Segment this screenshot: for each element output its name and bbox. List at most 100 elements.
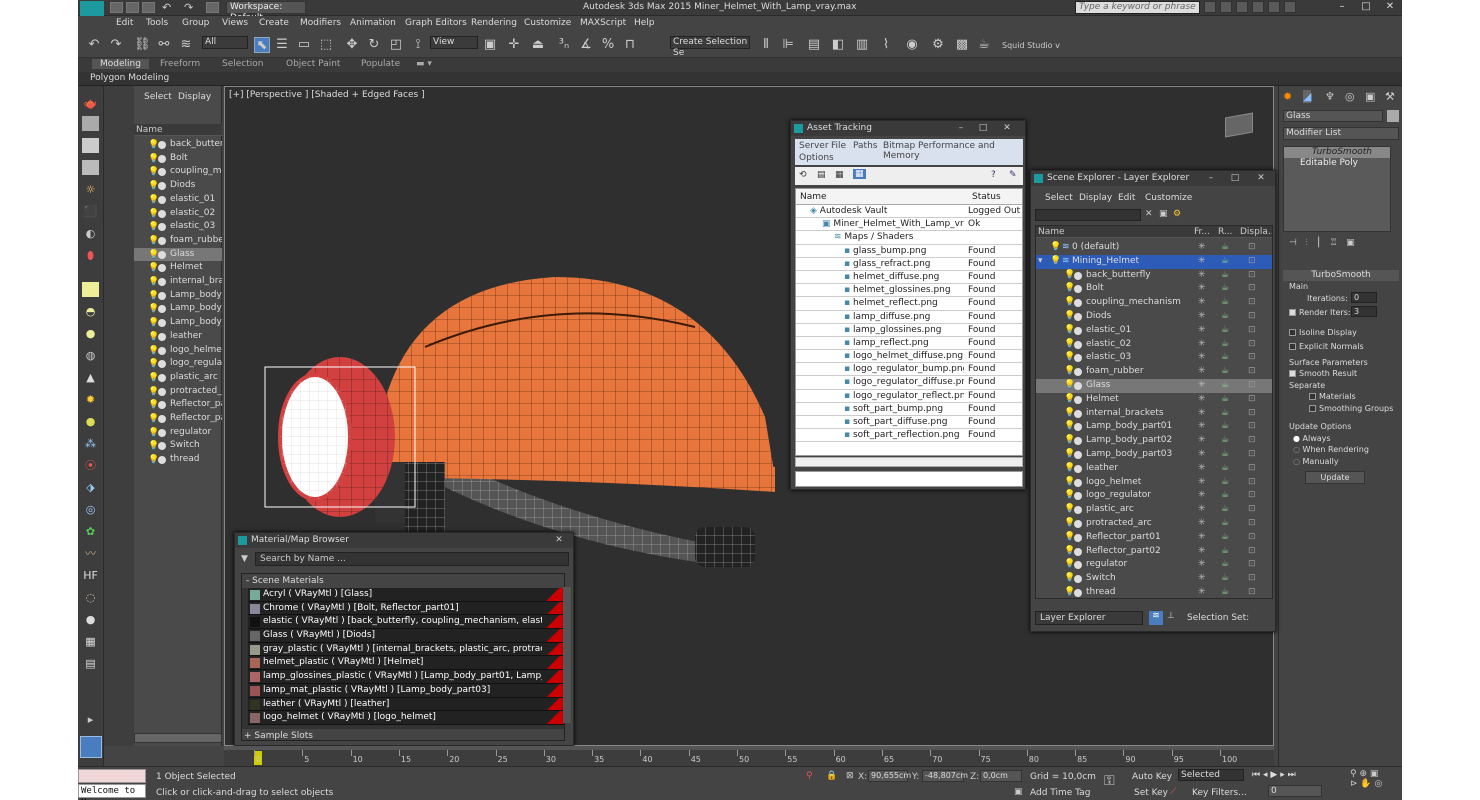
render-teapot-icon[interactable]: ☕: [1221, 351, 1229, 364]
material-item[interactable]: helmet_plastic ( VRayMtl ) [Helmet]: [248, 656, 564, 671]
list-item[interactable]: 💡back_butterfly: [134, 138, 222, 152]
freeze-icon[interactable]: ✳: [1198, 282, 1206, 295]
auto-key-button[interactable]: Auto Key: [1132, 772, 1172, 782]
mb-scrollbar[interactable]: [563, 587, 571, 723]
table-row[interactable]: ▪ helmet_reflect.png Found: [796, 297, 1022, 311]
tree-row[interactable]: ▾ 💡 ≋ Mining_Helmet ✳ ☕ ⊡: [1036, 254, 1272, 269]
select-manipulate-icon[interactable]: ✛: [506, 37, 522, 53]
reference-coordinate-dropdown[interactable]: View: [430, 36, 478, 49]
le-maximize-button[interactable]: □: [1227, 172, 1243, 184]
menu-group[interactable]: Group: [182, 18, 209, 28]
freeze-icon[interactable]: ✳: [1198, 338, 1206, 351]
render-setup-icon[interactable]: ⚙: [930, 37, 946, 53]
redo-icon[interactable]: ↷: [108, 37, 124, 53]
tree-row[interactable]: 💡 plastic_arc ✳ ☕ ⊡: [1036, 503, 1272, 517]
freeze-icon[interactable]: ✳: [1198, 572, 1206, 585]
tube-icon[interactable]: ⬮: [82, 248, 99, 263]
at-menu-bitmap[interactable]: Bitmap Performance and Memory: [883, 141, 1023, 161]
at-path-field[interactable]: [795, 471, 1023, 487]
material-item[interactable]: lamp_glossines_plastic ( VRayMtl ) [Lamp…: [248, 670, 564, 684]
render-teapot-icon[interactable]: ☕: [1221, 324, 1229, 337]
render-teapot-icon[interactable]: ☕: [1221, 338, 1229, 351]
display-icon[interactable]: ⊡: [1248, 269, 1256, 282]
favorites-icon[interactable]: [1236, 1, 1248, 13]
display-icon[interactable]: ⊡: [1248, 241, 1256, 254]
tab-select[interactable]: Select: [144, 92, 172, 102]
isoline-display-checkbox[interactable]: Isoline Display: [1289, 328, 1357, 337]
table-row[interactable]: ▪ logo_regulator_bump.png Found: [796, 363, 1022, 377]
spinner-snap-icon[interactable]: ⊓: [622, 37, 638, 53]
render-teapot-icon[interactable]: ☕: [1221, 434, 1229, 447]
freeze-icon[interactable]: ✳: [1198, 255, 1206, 268]
dynamics-icon[interactable]: ⦿: [82, 458, 99, 473]
table-row[interactable]: ▪ soft_part_diffuse.png Found: [796, 416, 1022, 430]
explicit-normals-checkbox[interactable]: Explicit Normals: [1289, 342, 1364, 351]
table-row[interactable]: ▪ lamp_glossines.png Found: [796, 323, 1022, 337]
tree-row[interactable]: 💡 ≋ 0 (default) ✳ ☕ ⊡: [1036, 241, 1272, 255]
x-coordinate-field[interactable]: 90,655cm: [868, 770, 911, 782]
render-teapot-icon[interactable]: ☕: [1221, 545, 1229, 558]
le-menu-display[interactable]: Display: [1079, 193, 1112, 203]
freeze-icon[interactable]: ✳: [1198, 365, 1206, 378]
list-item[interactable]: 💡 Switch: [134, 439, 222, 453]
rotate-view-icon[interactable]: ◐: [82, 226, 99, 241]
material-item[interactable]: Chrome ( VRayMtl ) [Bolt, Reflector_part…: [248, 601, 564, 616]
display-icon[interactable]: ⊡: [1248, 586, 1256, 598]
at-close-button[interactable]: ✕: [999, 122, 1015, 134]
lock-selection-icon[interactable]: 🔒: [826, 771, 837, 781]
material-item[interactable]: logo_helmet ( VRayMtl ) [logo_helmet]: [248, 711, 564, 725]
rect-selection-icon[interactable]: ▭: [296, 37, 312, 53]
mb-options-icon[interactable]: ▼: [241, 554, 248, 564]
timeline[interactable]: 0 5 10 15 20 25 30 35 40 45 50 55 60 65 70 75 80 85 90 95 10…: [224, 746, 1274, 766]
freeze-icon[interactable]: ✳: [1198, 586, 1206, 598]
render-teapot-icon[interactable]: ☕: [1221, 517, 1229, 530]
list-item[interactable]: 💡Lamp_body_p: [134, 316, 222, 330]
table-row[interactable]: ▪ lamp_reflect.png Found: [796, 336, 1022, 351]
modifier-list-dropdown[interactable]: Modifier List: [1283, 127, 1399, 140]
viewport-icon[interactable]: [82, 116, 99, 131]
list-item[interactable]: 💡 Diods: [134, 179, 222, 193]
motion-tab-icon[interactable]: ◎: [1345, 90, 1355, 103]
render-teapot-icon[interactable]: ☕: [1221, 420, 1229, 433]
render-teapot-icon[interactable]: ☕: [1221, 296, 1229, 309]
freeze-icon[interactable]: ✳: [1198, 324, 1206, 337]
table-row[interactable]: ▪ logo_regulator_reflect.png Found: [796, 389, 1022, 403]
le-col-freeze[interactable]: Fr...: [1194, 226, 1210, 238]
absolute-mode-icon[interactable]: ⊠: [846, 771, 854, 781]
clipboard-icon[interactable]: ▤: [82, 656, 99, 671]
workspace-dropdown[interactable]: Workspace: Default: [226, 1, 306, 23]
render-icon[interactable]: ☕: [976, 37, 992, 53]
le-close-button[interactable]: ✕: [1253, 172, 1269, 184]
open-file-icon[interactable]: [126, 2, 139, 13]
render-iters-spinner[interactable]: 3: [1351, 306, 1377, 317]
place-icon[interactable]: ⟟: [410, 37, 426, 53]
tab-freeform[interactable]: Freeform: [160, 59, 200, 69]
table-row[interactable]: ▪ glass_refract.png Found: [796, 257, 1022, 271]
light-icon[interactable]: ☼: [82, 182, 99, 197]
when-rendering-radio[interactable]: ○ When Rendering: [1293, 445, 1369, 454]
update-button[interactable]: Update: [1305, 471, 1365, 484]
tree-row[interactable]: 💡 Glass ✳ ☕ ⊡: [1036, 378, 1272, 393]
freeze-icon[interactable]: ✳: [1198, 269, 1206, 282]
maxscript-mini-listener-pink[interactable]: [78, 769, 146, 783]
le-menu-edit[interactable]: Edit: [1118, 193, 1135, 203]
minimize-button[interactable]: –: [1330, 0, 1354, 15]
list-item[interactable]: 💡Reflector_par: [134, 398, 222, 412]
display-icon[interactable]: ⊡: [1248, 351, 1256, 364]
tab-object-paint[interactable]: Object Paint: [286, 59, 340, 69]
list-item[interactable]: 💡Reflector_par: [134, 412, 222, 426]
grid-icon[interactable]: [82, 160, 99, 175]
mirror-icon[interactable]: ⫴: [758, 37, 774, 53]
table-row[interactable]: ▪ soft_part_reflection.png Found: [796, 429, 1022, 443]
at-refresh-icon[interactable]: ⟲: [799, 170, 807, 180]
display-icon[interactable]: ⊡: [1248, 448, 1256, 461]
torus-icon[interactable]: ◍: [82, 348, 99, 363]
object-color-swatch[interactable]: [1387, 110, 1399, 122]
visibility-bulb-icon[interactable]: 💡: [1050, 255, 1061, 268]
camera-icon[interactable]: ⬛: [82, 204, 99, 219]
signin-icon[interactable]: [1252, 1, 1264, 13]
zoom-icon[interactable]: ⚲: [1350, 769, 1357, 779]
freeze-icon[interactable]: ✳: [1198, 379, 1206, 392]
le-col-name[interactable]: Name: [1038, 226, 1065, 238]
material-item[interactable]: elastic ( VRayMtl ) [back_butterfly, cou…: [248, 615, 564, 630]
